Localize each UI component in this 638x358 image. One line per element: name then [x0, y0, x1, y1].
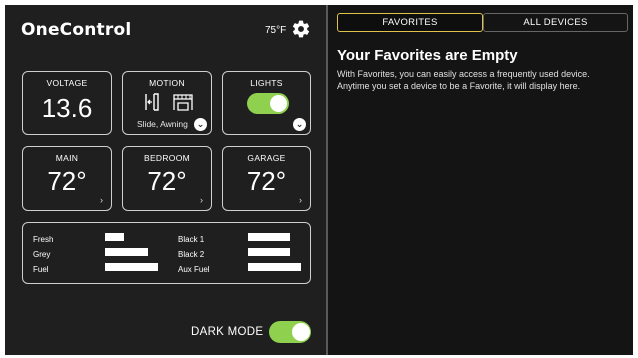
tank-label-aux-fuel: Aux Fuel: [178, 265, 210, 274]
outside-temperature: 75°F: [265, 25, 287, 36]
chevron-down-icon[interactable]: ⌄: [293, 118, 306, 131]
bedroom-temperature: 72°: [147, 166, 187, 196]
motion-card[interactable]: MOTION Slide, Awning ⌄: [122, 71, 212, 135]
tank-bar-black1: [248, 233, 290, 241]
slide-icon: [145, 93, 159, 111]
motion-subtitle: Slide, Awning: [137, 119, 188, 129]
favorites-empty-title: Your Favorites are Empty: [337, 47, 518, 64]
tank-label-fuel: Fuel: [33, 265, 49, 274]
tank-bar-grey: [105, 248, 148, 256]
lights-label: LIGHTS: [250, 78, 283, 88]
main-temperature: 72°: [47, 166, 87, 196]
gear-icon[interactable]: [291, 19, 311, 39]
tank-bar-black2: [248, 248, 290, 256]
chevron-right-icon: ›: [100, 195, 103, 205]
tank-bar-fuel: [105, 263, 158, 271]
main-label: MAIN: [55, 153, 79, 163]
chevron-right-icon: ›: [299, 195, 302, 205]
tank-bar-fresh: [105, 233, 124, 241]
tank-label-fresh: Fresh: [33, 235, 54, 244]
awning-icon: [173, 94, 193, 111]
voltage-value: 13.6: [41, 93, 93, 123]
dashboard-panel: OneControl 75°F VOLTAGE 13.6 MOTION Slid…: [5, 5, 326, 355]
garage-label: GARAGE: [247, 153, 286, 163]
garage-climate-card[interactable]: GARAGE 72° ›: [222, 146, 311, 211]
tab-favorites[interactable]: FAVORITES: [337, 13, 483, 32]
tab-all-devices[interactable]: ALL DEVICES: [483, 13, 628, 32]
favorites-empty-description: With Favorites, you can easily access a …: [337, 69, 590, 91]
tank-levels-card[interactable]: Fresh Grey Fuel Black 1 Black 2 Aux Fuel: [22, 222, 311, 284]
toggle-knob: [292, 323, 310, 341]
chevron-down-icon[interactable]: ⌄: [194, 118, 207, 131]
lights-toggle[interactable]: [247, 93, 289, 114]
tank-bar-aux-fuel: [248, 263, 301, 271]
tank-label-black2: Black 2: [178, 250, 205, 259]
garage-temperature: 72°: [246, 166, 287, 196]
bedroom-label: BEDROOM: [143, 153, 191, 163]
bedroom-climate-card[interactable]: BEDROOM 72° ›: [122, 146, 212, 211]
toggle-knob: [270, 95, 287, 112]
app-frame: OneControl 75°F VOLTAGE 13.6 MOTION Slid…: [5, 5, 633, 355]
main-climate-card[interactable]: MAIN 72° ›: [22, 146, 112, 211]
chevron-right-icon: ›: [200, 195, 203, 205]
app-title: OneControl: [21, 20, 132, 40]
tank-label-black1: Black 1: [178, 235, 205, 244]
voltage-label: VOLTAGE: [46, 78, 88, 88]
dark-mode-toggle[interactable]: [269, 321, 311, 343]
dark-mode-label: DARK MODE: [191, 326, 264, 338]
lights-card[interactable]: LIGHTS ⌄: [222, 71, 311, 135]
tab-bar: FAVORITES ALL DEVICES: [337, 13, 628, 32]
voltage-card: VOLTAGE 13.6: [22, 71, 112, 135]
tank-label-grey: Grey: [33, 250, 51, 259]
motion-label: MOTION: [149, 78, 185, 88]
